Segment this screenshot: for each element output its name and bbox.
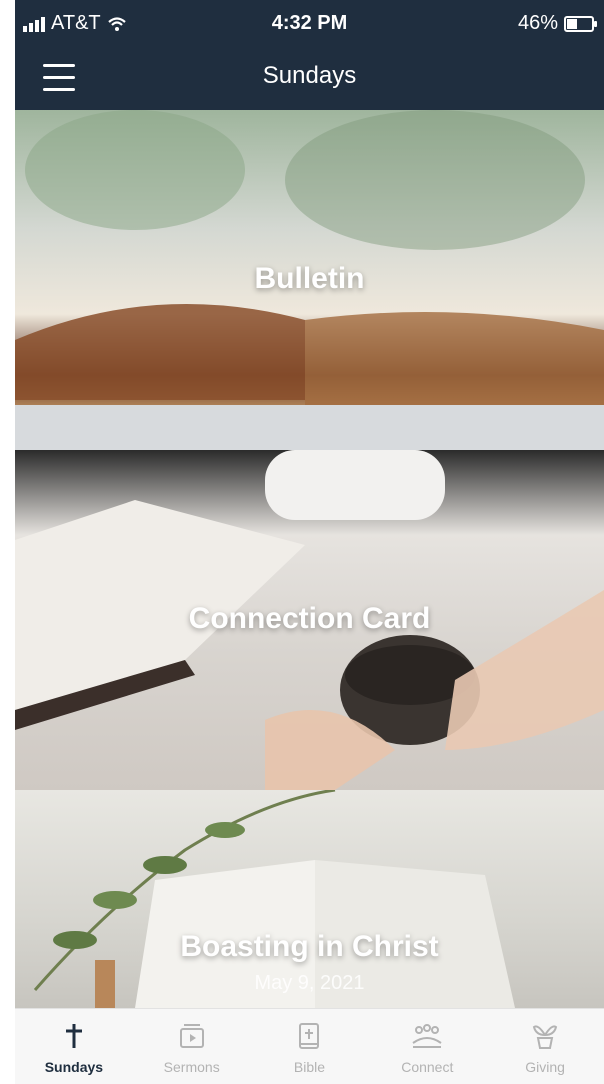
connection-card-label: Connection Card	[188, 602, 431, 635]
status-bar: AT&T 4:32 PM 46%	[15, 0, 604, 46]
page-title: Sundays	[262, 62, 357, 89]
tab-sundays[interactable]: Sundays	[15, 1009, 133, 1084]
video-play-icon	[177, 1019, 207, 1053]
battery-icon	[564, 15, 597, 32]
status-right: 46%	[517, 12, 597, 35]
tab-sermons[interactable]: Sermons	[133, 1009, 251, 1084]
app-header: Sundays	[15, 46, 604, 110]
sermon-card[interactable]: Boasting in Christ May 9, 2021	[15, 790, 604, 1008]
bulletin-card[interactable]: Bulletin	[15, 110, 604, 450]
tab-sundays-label: Sundays	[44, 1059, 104, 1075]
sermon-date: May 9, 2021	[254, 972, 365, 994]
tab-sermons-label: Sermons	[163, 1059, 220, 1075]
tab-giving-label: Giving	[525, 1059, 565, 1075]
tab-bible-label: Bible	[293, 1059, 326, 1075]
tab-giving[interactable]: Giving	[486, 1009, 604, 1084]
status-time: 4:32 PM	[271, 12, 348, 34]
tab-connect-label: Connect	[401, 1059, 454, 1075]
tab-connect[interactable]: Connect	[368, 1009, 486, 1084]
tab-bible[interactable]: Bible	[251, 1009, 369, 1084]
bible-icon	[294, 1019, 324, 1053]
bulletin-label: Bulletin	[254, 262, 365, 295]
people-group-icon	[410, 1019, 444, 1053]
tab-bar: Sundays Sermons Bible Connect Giving	[15, 1008, 604, 1084]
cross-icon	[59, 1019, 89, 1053]
plant-pot-icon	[530, 1019, 560, 1053]
app-frame: AT&T 4:32 PM 46% Sundays Bulletin Connec…	[15, 0, 604, 1084]
battery-percent: 46%	[517, 12, 558, 34]
connection-card[interactable]: Connection Card	[15, 450, 604, 790]
sermon-title: Boasting in Christ	[180, 930, 439, 963]
